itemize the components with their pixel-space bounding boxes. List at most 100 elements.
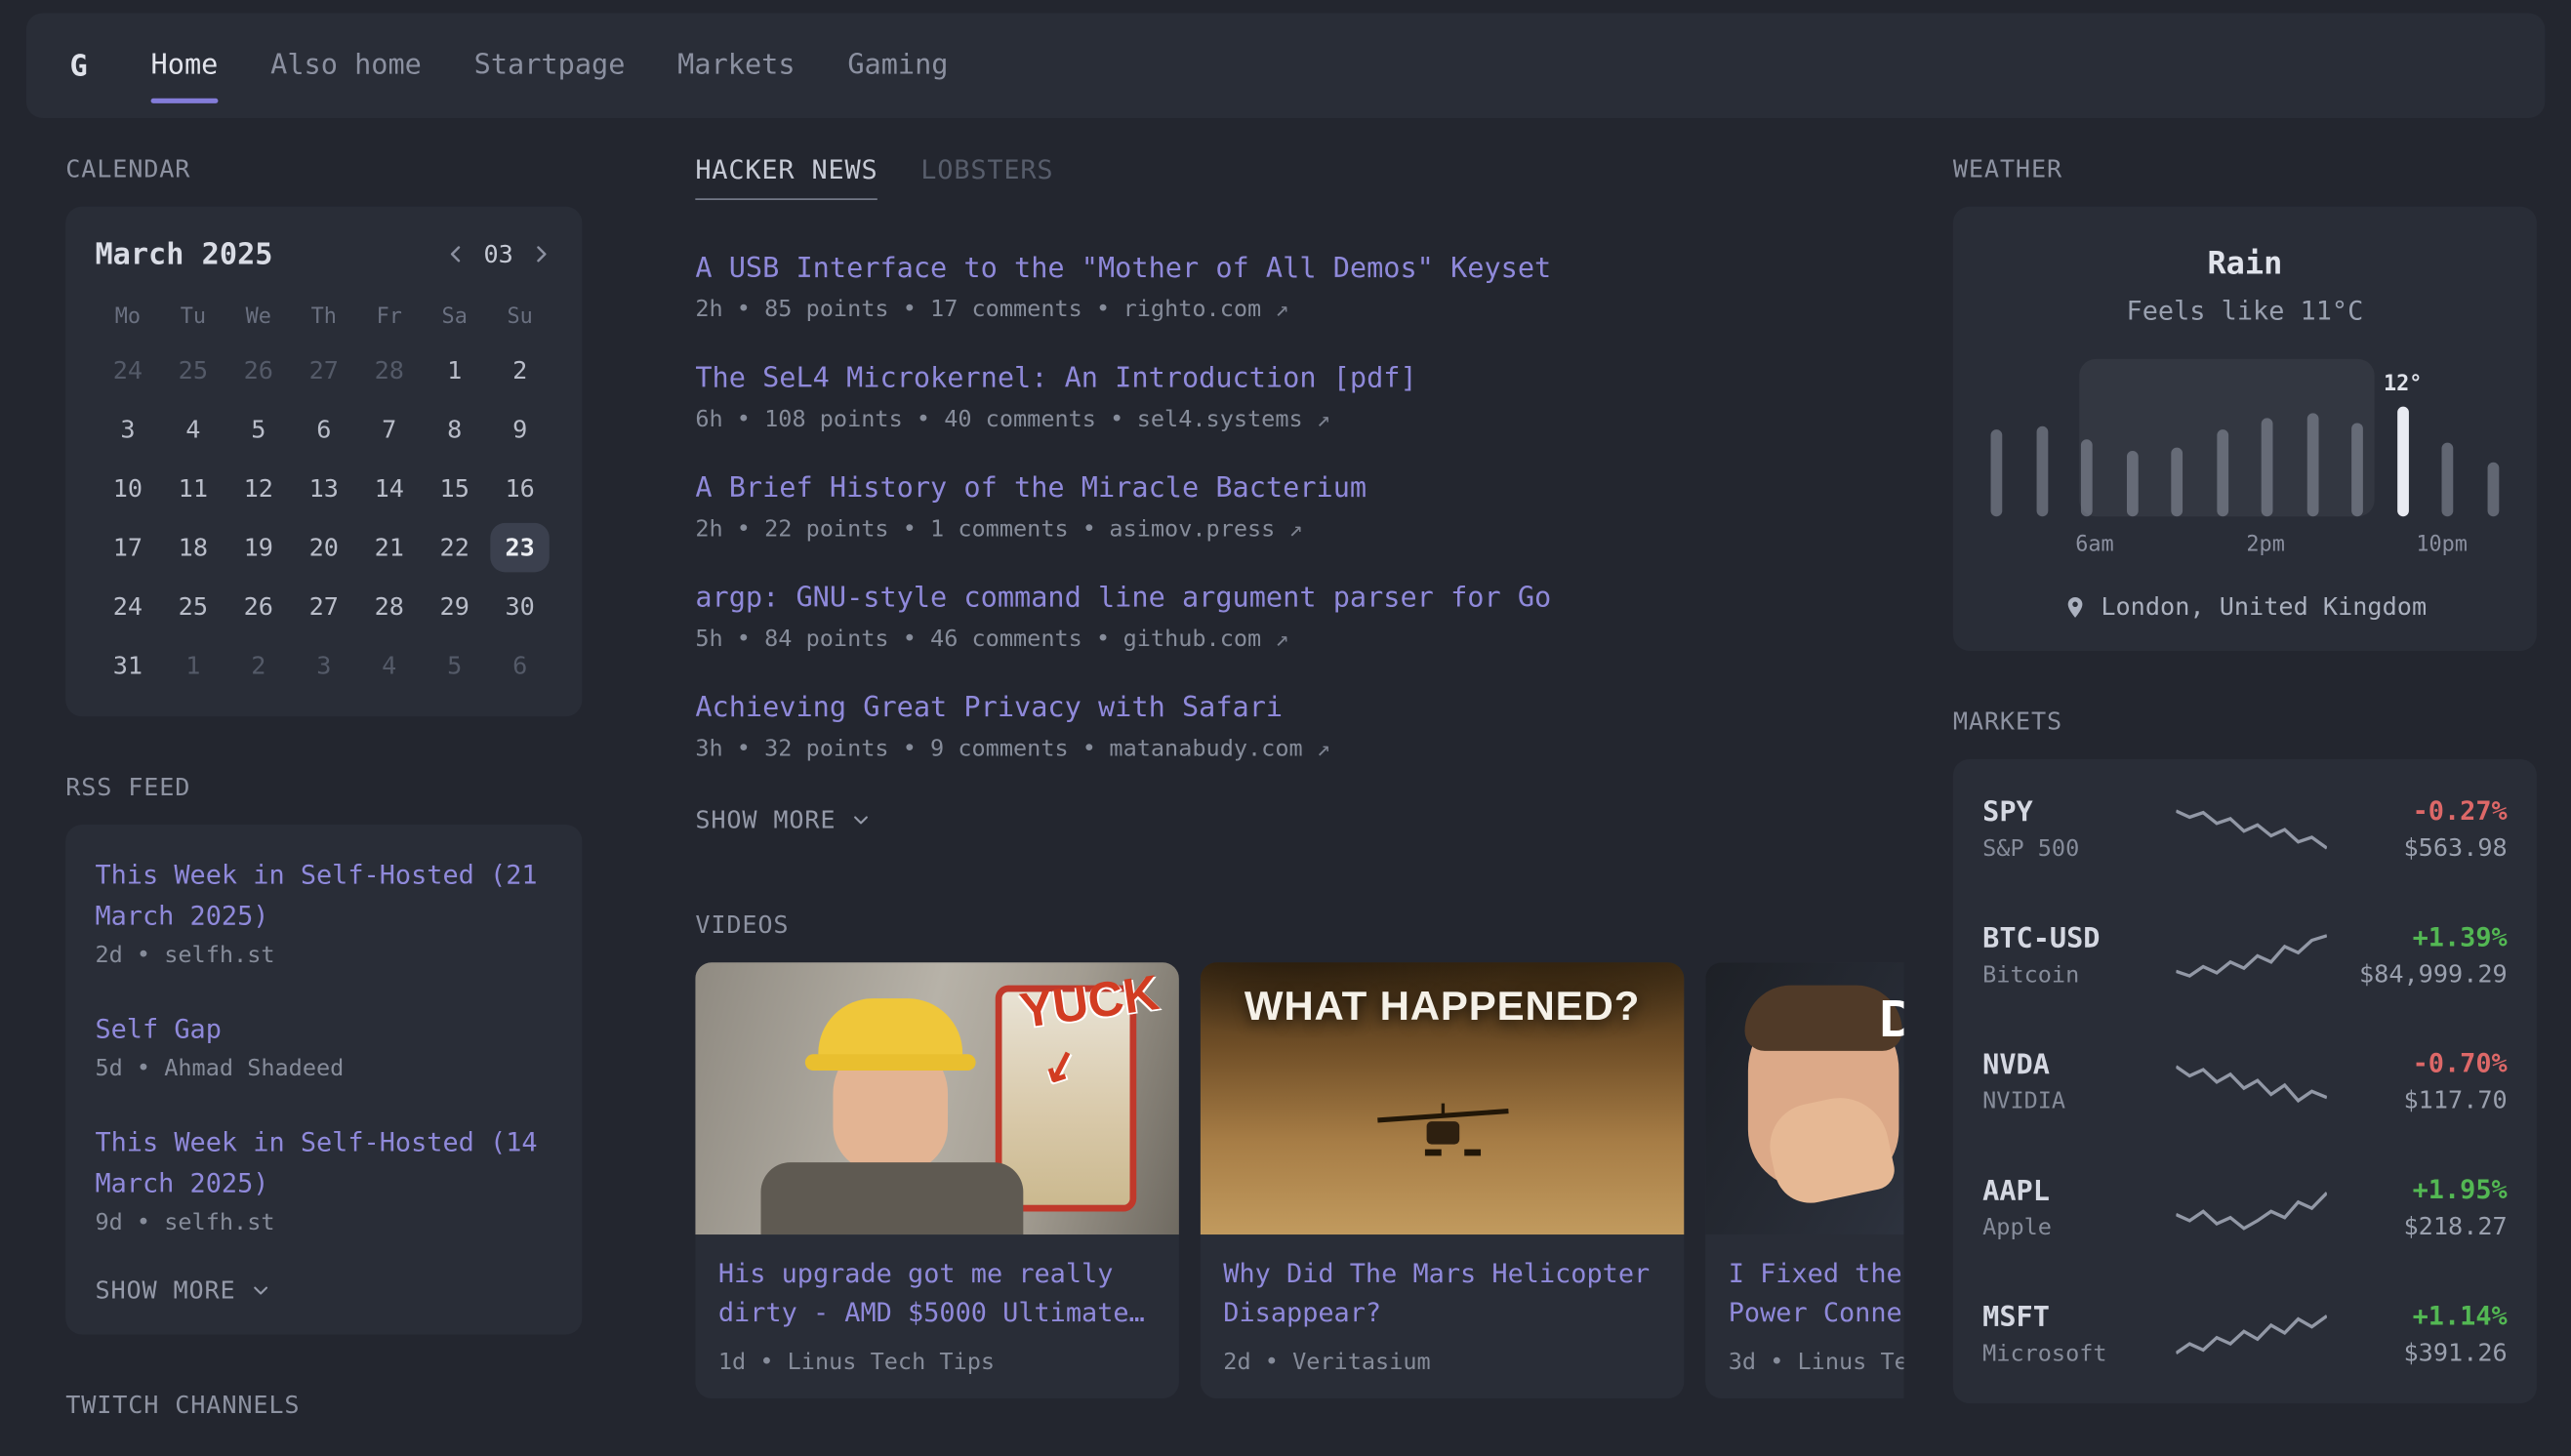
calendar-next-button[interactable] [530,243,553,266]
rss-item-title[interactable]: This Week in Self-Hosted (21 March 2025) [95,854,552,936]
weather-feels-like: Feels like 11°C [1985,295,2504,326]
news-item-source[interactable]: righto.com ↗ [1123,297,1289,323]
news-source-domain: asimov.press [1109,516,1275,543]
news-list: A USB Interface to the "Mother of All De… [695,249,1903,762]
weather-bar: 12° [2397,407,2409,517]
market-sparkline [2176,927,2327,983]
market-ticker-info: AAPL Apple [1982,1175,2176,1240]
show-more-label: SHOW MORE [695,805,836,834]
weather-time-label: 10pm [2416,533,2468,557]
market-name: Bitcoin [1982,961,2176,988]
calendar-day-cell: 27 [295,582,353,630]
video-card[interactable]: YUCK His upgrade got me really dirty - A… [695,962,1179,1398]
nav-tabs: Home Also home Startpage Markets Gaming [151,13,949,118]
calendar-day-cell: 15 [425,464,483,512]
market-name: Microsoft [1982,1340,2176,1366]
market-price: $218.27 [2327,1212,2508,1241]
nav-tab[interactable]: Markets [677,13,795,118]
news-item: A Brief History of the Miracle Bacterium… [695,468,1903,543]
nav-tab[interactable]: Also home [270,13,422,118]
video-card[interactable]: DO I Fixed the 5 Power Connect 3d • Linu… [1705,962,1903,1398]
news-feed-tab[interactable]: HACKER NEWS [695,154,877,200]
nav-tab[interactable]: Startpage [474,13,626,118]
news-item-title[interactable]: The SeL4 Microkernel: An Introduction [p… [695,359,1903,398]
market-row[interactable]: NVDA NVIDIA -0.70% $117.70 [1982,1018,2508,1144]
news-item-title[interactable]: Achieving Great Privacy with Safari [695,689,1903,728]
video-thumbnail[interactable]: YUCK [695,962,1179,1234]
videos-row: YUCK His upgrade got me really dirty - A… [695,962,1903,1398]
app-logo[interactable]: G [49,36,107,95]
video-title[interactable]: I Fixed the 5 Power Connect [1729,1254,1904,1333]
rss-item: This Week in Self-Hosted (14 March 2025)… [95,1121,552,1236]
market-change: -0.27% [2327,795,2508,827]
twitch-section-label: TWITCH CHANNELS [65,1391,582,1420]
news-item: argp: GNU-style command line argument pa… [695,579,1903,653]
news-item-meta: 5h • 84 points • 46 comments •github.com… [695,627,1903,653]
market-row[interactable]: SPY S&P 500 -0.27% $563.98 [1982,766,2508,892]
news-show-more-button[interactable]: SHOW MORE [695,805,870,834]
external-link-icon: ↗ [1275,627,1288,653]
markets-widget: SPY S&P 500 -0.27% $563.98 BTC-USD Bitco… [1953,759,2537,1403]
news-item-source[interactable]: github.com ↗ [1123,627,1289,653]
market-name: S&P 500 [1982,835,2176,862]
calendar-section-label: CALENDAR [65,154,582,183]
weather-bar [2081,439,2093,516]
news-source-domain: github.com [1123,627,1262,653]
news-item-source[interactable]: sel4.systems ↗ [1137,407,1330,433]
weather-bar [2262,418,2273,516]
nav-tab[interactable]: Gaming [847,13,948,118]
news-item-title[interactable]: argp: GNU-style command line argument pa… [695,579,1903,618]
rss-section-label: RSS FEED [65,772,582,801]
market-values: -0.27% $563.98 [2327,795,2508,863]
market-symbol: AAPL [1982,1175,2176,1208]
chevron-down-icon [251,1280,270,1300]
calendar-day-cell: 28 [359,345,418,394]
nav-tab[interactable]: Home [151,13,219,118]
calendar-day-cell: 27 [295,345,353,394]
right-column: WEATHER Rain Feels like 11°C [1953,118,2537,1442]
market-row[interactable]: AAPL Apple +1.95% $218.27 [1982,1145,2508,1271]
thumbnail-decoration [833,1037,948,1172]
news-item-title[interactable]: A Brief History of the Miracle Bacterium [695,468,1903,507]
news-item-source[interactable]: asimov.press ↗ [1109,516,1302,543]
weather-bar [2217,429,2228,516]
market-symbol: BTC-USD [1982,922,2176,955]
calendar-day-cell: 14 [359,464,418,512]
news-item: Achieving Great Privacy with Safari 3h •… [695,689,1903,763]
calendar-prev-button[interactable] [444,243,468,266]
calendar-month-number: 03 [483,239,512,268]
calendar-day-cell: 7 [359,405,418,454]
calendar-day-cell: 26 [229,345,288,394]
news-item-source[interactable]: matanabudy.com ↗ [1109,736,1330,762]
news-item-title[interactable]: A USB Interface to the "Mother of All De… [695,249,1903,288]
calendar-day-cell: 11 [164,464,223,512]
rss-item-title[interactable]: This Week in Self-Hosted (14 March 2025) [95,1121,552,1203]
market-ticker-info: BTC-USD Bitcoin [1982,922,2176,988]
weather-bar [2126,451,2138,516]
market-values: +1.95% $218.27 [2327,1174,2508,1241]
market-price: $117.70 [2327,1085,2508,1114]
video-title[interactable]: Why Did The Mars Helicopter Disappear? [1223,1254,1661,1333]
calendar-weekday: Tu [160,304,225,329]
calendar-day-cell: 24 [99,345,157,394]
market-row[interactable]: MSFT Microsoft +1.14% $391.26 [1982,1271,2508,1396]
video-meta: 1d • Linus Tech Tips [718,1350,1157,1376]
market-sparkline [2176,1180,2327,1235]
market-symbol: SPY [1982,796,2176,829]
news-feed-tab[interactable]: LOBSTERS [920,154,1053,200]
weather-location-text: London, United Kingdom [2101,591,2427,621]
rss-item-meta: 5d • Ahmad Shadeed [95,1056,552,1082]
video-thumbnail[interactable]: WHAT HAPPENED? [1201,962,1685,1234]
market-price: $391.26 [2327,1338,2508,1367]
market-price: $84,999.29 [2327,959,2508,989]
calendar-day-cell: 25 [164,345,223,394]
calendar-day-cell: 31 [99,641,157,690]
calendar-grid: 2425262728123456789101112131415161718192… [95,345,552,690]
video-title[interactable]: His upgrade got me really dirty - AMD $5… [718,1254,1157,1333]
thumbnail-decoration [1390,1113,1495,1162]
video-card[interactable]: WHAT HAPPENED? Why Did The Mars Helicopt… [1201,962,1685,1398]
rss-item-title[interactable]: Self Gap [95,1008,552,1049]
rss-show-more-button[interactable]: SHOW MORE [95,1275,269,1305]
market-row[interactable]: BTC-USD Bitcoin +1.39% $84,999.29 [1982,892,2508,1018]
video-thumbnail[interactable]: DO [1705,962,1903,1234]
